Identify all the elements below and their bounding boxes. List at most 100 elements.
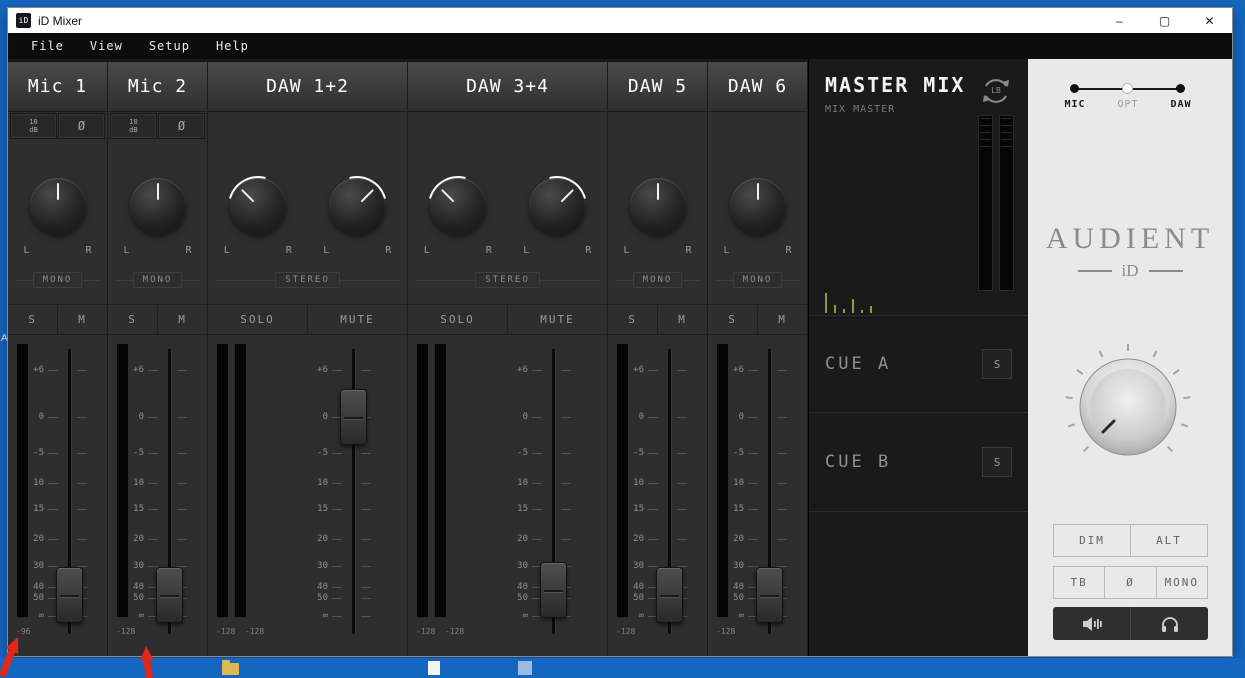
- solo-button[interactable]: S: [708, 305, 758, 334]
- mute-button[interactable]: MUTE: [308, 305, 407, 334]
- solo-button[interactable]: SOLO: [208, 305, 308, 334]
- knob-tick: [1068, 424, 1075, 426]
- speaker-output-button[interactable]: [1053, 607, 1131, 640]
- fader-scale-label: 15: [513, 504, 528, 514]
- menu-file[interactable]: File: [18, 39, 77, 53]
- fader-tick-right: [177, 539, 187, 540]
- pan-knob[interactable]: [730, 178, 786, 234]
- knob-tick: [1099, 351, 1102, 357]
- knob-tick: [1077, 370, 1083, 374]
- source-dot-mic[interactable]: [1070, 84, 1079, 93]
- document-icon[interactable]: [428, 661, 440, 675]
- menu-help[interactable]: Help: [203, 39, 262, 53]
- talkback-button[interactable]: TB: [1053, 566, 1105, 599]
- solo-button[interactable]: S: [608, 305, 658, 334]
- level-meters: [716, 343, 729, 652]
- maximize-button[interactable]: ▢: [1142, 8, 1187, 33]
- phase-button[interactable]: Ø: [58, 113, 105, 139]
- polarity-button[interactable]: Ø: [1104, 566, 1156, 599]
- fader-tick-left: [648, 509, 658, 510]
- menu-view[interactable]: View: [77, 39, 136, 53]
- alt-button[interactable]: ALT: [1130, 524, 1208, 557]
- close-button[interactable]: ✕: [1187, 8, 1232, 33]
- mute-button[interactable]: M: [658, 305, 707, 334]
- pan-left-label: L: [624, 245, 630, 256]
- fader-scale-label: 15: [629, 504, 644, 514]
- title-bar[interactable]: iD iD Mixer – ▢ ✕: [8, 8, 1232, 33]
- solo-button[interactable]: S: [8, 305, 58, 334]
- fader-tick-right: [777, 509, 787, 510]
- cue-a-solo-button[interactable]: S: [982, 349, 1012, 379]
- fader-scale-label: 40: [129, 582, 144, 592]
- level-meter: [216, 343, 229, 618]
- fader-scale-label: 0: [129, 412, 144, 422]
- fader-tick-right: [177, 370, 187, 371]
- volume-knob[interactable]: [1063, 342, 1193, 472]
- fader-handle[interactable]: [756, 567, 783, 623]
- source-dot-daw[interactable]: [1176, 84, 1185, 93]
- pan-knob[interactable]: [630, 178, 686, 234]
- pan-knob[interactable]: [30, 178, 86, 234]
- channel-strip-mic-1: Mic 110dBØLRMONOSM+60-5101520304050∞-96: [8, 62, 108, 656]
- solo-button[interactable]: SOLO: [408, 305, 508, 334]
- fader-scale-label: 0: [29, 412, 44, 422]
- pan-knob[interactable]: [430, 178, 486, 234]
- fader-area: +60-5101520304050∞-128: [108, 335, 207, 656]
- cue-b-solo-button[interactable]: S: [982, 447, 1012, 477]
- pan-knob[interactable]: [230, 178, 286, 234]
- fader-handle[interactable]: [540, 562, 567, 618]
- minimize-button[interactable]: –: [1097, 8, 1142, 33]
- pan-lr-labels: LR: [323, 245, 391, 256]
- pan-knob[interactable]: [329, 178, 385, 234]
- app-window: iD iD Mixer – ▢ ✕ File View Setup Help M…: [8, 8, 1232, 656]
- mute-button[interactable]: M: [58, 305, 107, 334]
- mute-button[interactable]: M: [758, 305, 807, 334]
- mono-button[interactable]: MONO: [1156, 566, 1208, 599]
- mute-button[interactable]: MUTE: [508, 305, 607, 334]
- fader-handle[interactable]: [56, 567, 83, 623]
- fader-tick-right: [361, 539, 371, 540]
- pan-knob[interactable]: [130, 178, 186, 234]
- fader-handle[interactable]: [340, 389, 367, 445]
- brand-line-right: [1149, 270, 1183, 272]
- folder-icon[interactable]: [222, 663, 239, 675]
- pan-arc: [516, 165, 598, 247]
- headphone-output-button[interactable]: [1131, 607, 1208, 640]
- taskbar[interactable]: [0, 658, 1245, 678]
- cue-a-row: CUE A S: [809, 315, 1028, 412]
- fader-handle[interactable]: [656, 567, 683, 623]
- fader-handle[interactable]: [156, 567, 183, 623]
- level-meters: [16, 343, 29, 652]
- brand-line-left: [1078, 270, 1112, 272]
- fader-tick-right: [77, 483, 87, 484]
- source-label-opt[interactable]: OPT: [1108, 99, 1148, 110]
- monitor-panel: MIC OPT DAW AUDIENT iD: [1028, 59, 1232, 656]
- cue-b-label: CUE B: [825, 452, 891, 472]
- pad-10db-button[interactable]: 10dB: [110, 113, 157, 139]
- fader-tick-right: [177, 509, 187, 510]
- app-icon: iD: [16, 13, 31, 28]
- source-dot-opt[interactable]: [1122, 83, 1133, 94]
- fader-tick-left: [532, 483, 542, 484]
- knob-tick: [1083, 447, 1088, 452]
- dim-button[interactable]: DIM: [1053, 524, 1131, 557]
- source-label-mic[interactable]: MIC: [1055, 99, 1095, 110]
- fader: +60-5101520304050∞: [513, 343, 581, 640]
- fader-tick-right: [677, 453, 687, 454]
- source-label-daw[interactable]: DAW: [1161, 99, 1201, 110]
- level-meter: [716, 343, 729, 618]
- solo-button[interactable]: S: [108, 305, 158, 334]
- fader-scale-label: 40: [313, 582, 328, 592]
- pan-knob[interactable]: [529, 178, 585, 234]
- level-meters: [116, 343, 129, 652]
- fader-scale-label: 50: [629, 593, 644, 603]
- pad-10db-button[interactable]: 10dB: [10, 113, 57, 139]
- loopback-button[interactable]: LB: [978, 73, 1014, 109]
- app-tile-icon[interactable]: [518, 661, 532, 675]
- fader-tick-right: [777, 370, 787, 371]
- fader-scale-label: 30: [729, 561, 744, 571]
- mute-button[interactable]: M: [158, 305, 207, 334]
- phase-button[interactable]: Ø: [158, 113, 205, 139]
- desktop: A iD iD Mixer – ▢ ✕ File View Setup Help…: [0, 0, 1245, 678]
- menu-setup[interactable]: Setup: [136, 39, 203, 53]
